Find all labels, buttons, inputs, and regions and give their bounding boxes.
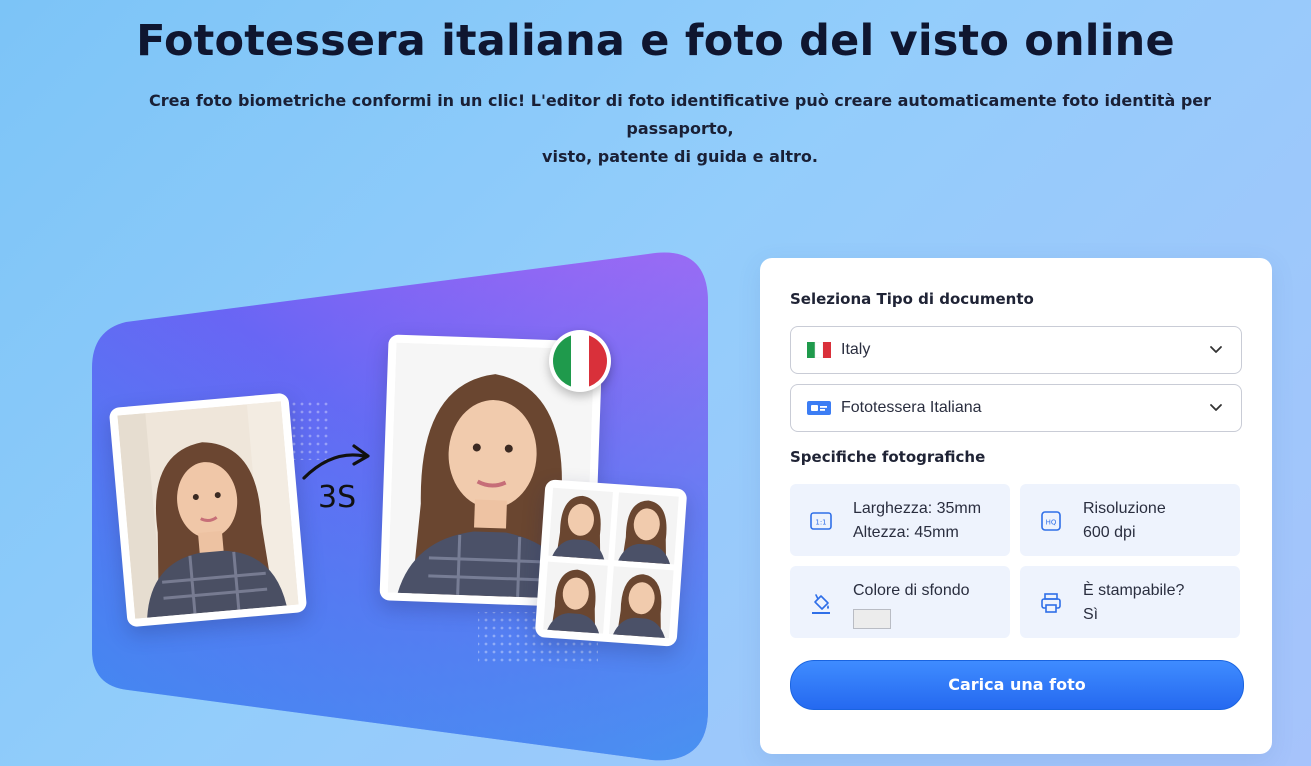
hero-illustration: 3S xyxy=(92,250,712,762)
country-value: Italy xyxy=(841,341,871,358)
chevron-down-icon xyxy=(1210,346,1222,353)
page-subtitle: Crea foto biometriche conformi in un cli… xyxy=(105,87,1255,171)
subtitle-line-2: visto, patente di guida e altro. xyxy=(542,147,818,166)
hq-icon: HQ xyxy=(1041,511,1061,531)
spec-background-label: Colore di sfondo xyxy=(853,582,970,599)
italy-flag-icon xyxy=(549,330,611,392)
document-value: Fototessera Italiana xyxy=(841,399,982,416)
spec-resolution: HQ Risoluzione 600 dpi xyxy=(1020,484,1240,556)
spec-background: Colore di sfondo xyxy=(790,566,1010,638)
photo-specs-label: Specifiche fotografiche xyxy=(790,448,986,466)
svg-text:1:1: 1:1 xyxy=(815,519,826,527)
photo-spec-panel: Seleziona Tipo di documento Italy Fotote… xyxy=(760,258,1272,754)
spec-printable-value: Sì xyxy=(1083,606,1099,623)
document-type-label: Seleziona Tipo di documento xyxy=(790,290,1034,308)
upload-photo-button[interactable]: Carica una foto xyxy=(790,660,1244,710)
spec-size: 1:1 Larghezza: 35mm Altezza: 45mm xyxy=(790,484,1010,556)
paint-bucket-icon xyxy=(812,594,830,614)
id-card-icon xyxy=(807,400,831,416)
spec-printable-label: È stampabile? xyxy=(1083,582,1185,599)
original-photo xyxy=(108,392,308,628)
svg-text:HQ: HQ xyxy=(1046,519,1057,527)
spec-resolution-label: Risoluzione xyxy=(1083,500,1166,517)
aspect-ratio-icon: 1:1 xyxy=(810,512,832,530)
processing-time-label: 3S xyxy=(318,480,357,515)
spec-resolution-value: 600 dpi xyxy=(1083,524,1136,541)
document-select[interactable]: Fototessera Italiana xyxy=(790,384,1242,432)
spec-height: Altezza: 45mm xyxy=(853,524,959,541)
chevron-down-icon xyxy=(1210,404,1222,411)
italy-flag-icon xyxy=(807,342,831,358)
page-title: Fototessera italiana e foto del visto on… xyxy=(136,16,1175,66)
spec-printable: È stampabile? Sì xyxy=(1020,566,1240,638)
spec-width: Larghezza: 35mm xyxy=(853,500,982,517)
background-color-swatch xyxy=(853,609,891,629)
print-sheet xyxy=(534,479,688,647)
subtitle-line-1: Crea foto biometriche conformi in un cli… xyxy=(148,91,1212,138)
printer-icon xyxy=(1041,593,1061,613)
country-select[interactable]: Italy xyxy=(790,326,1242,374)
